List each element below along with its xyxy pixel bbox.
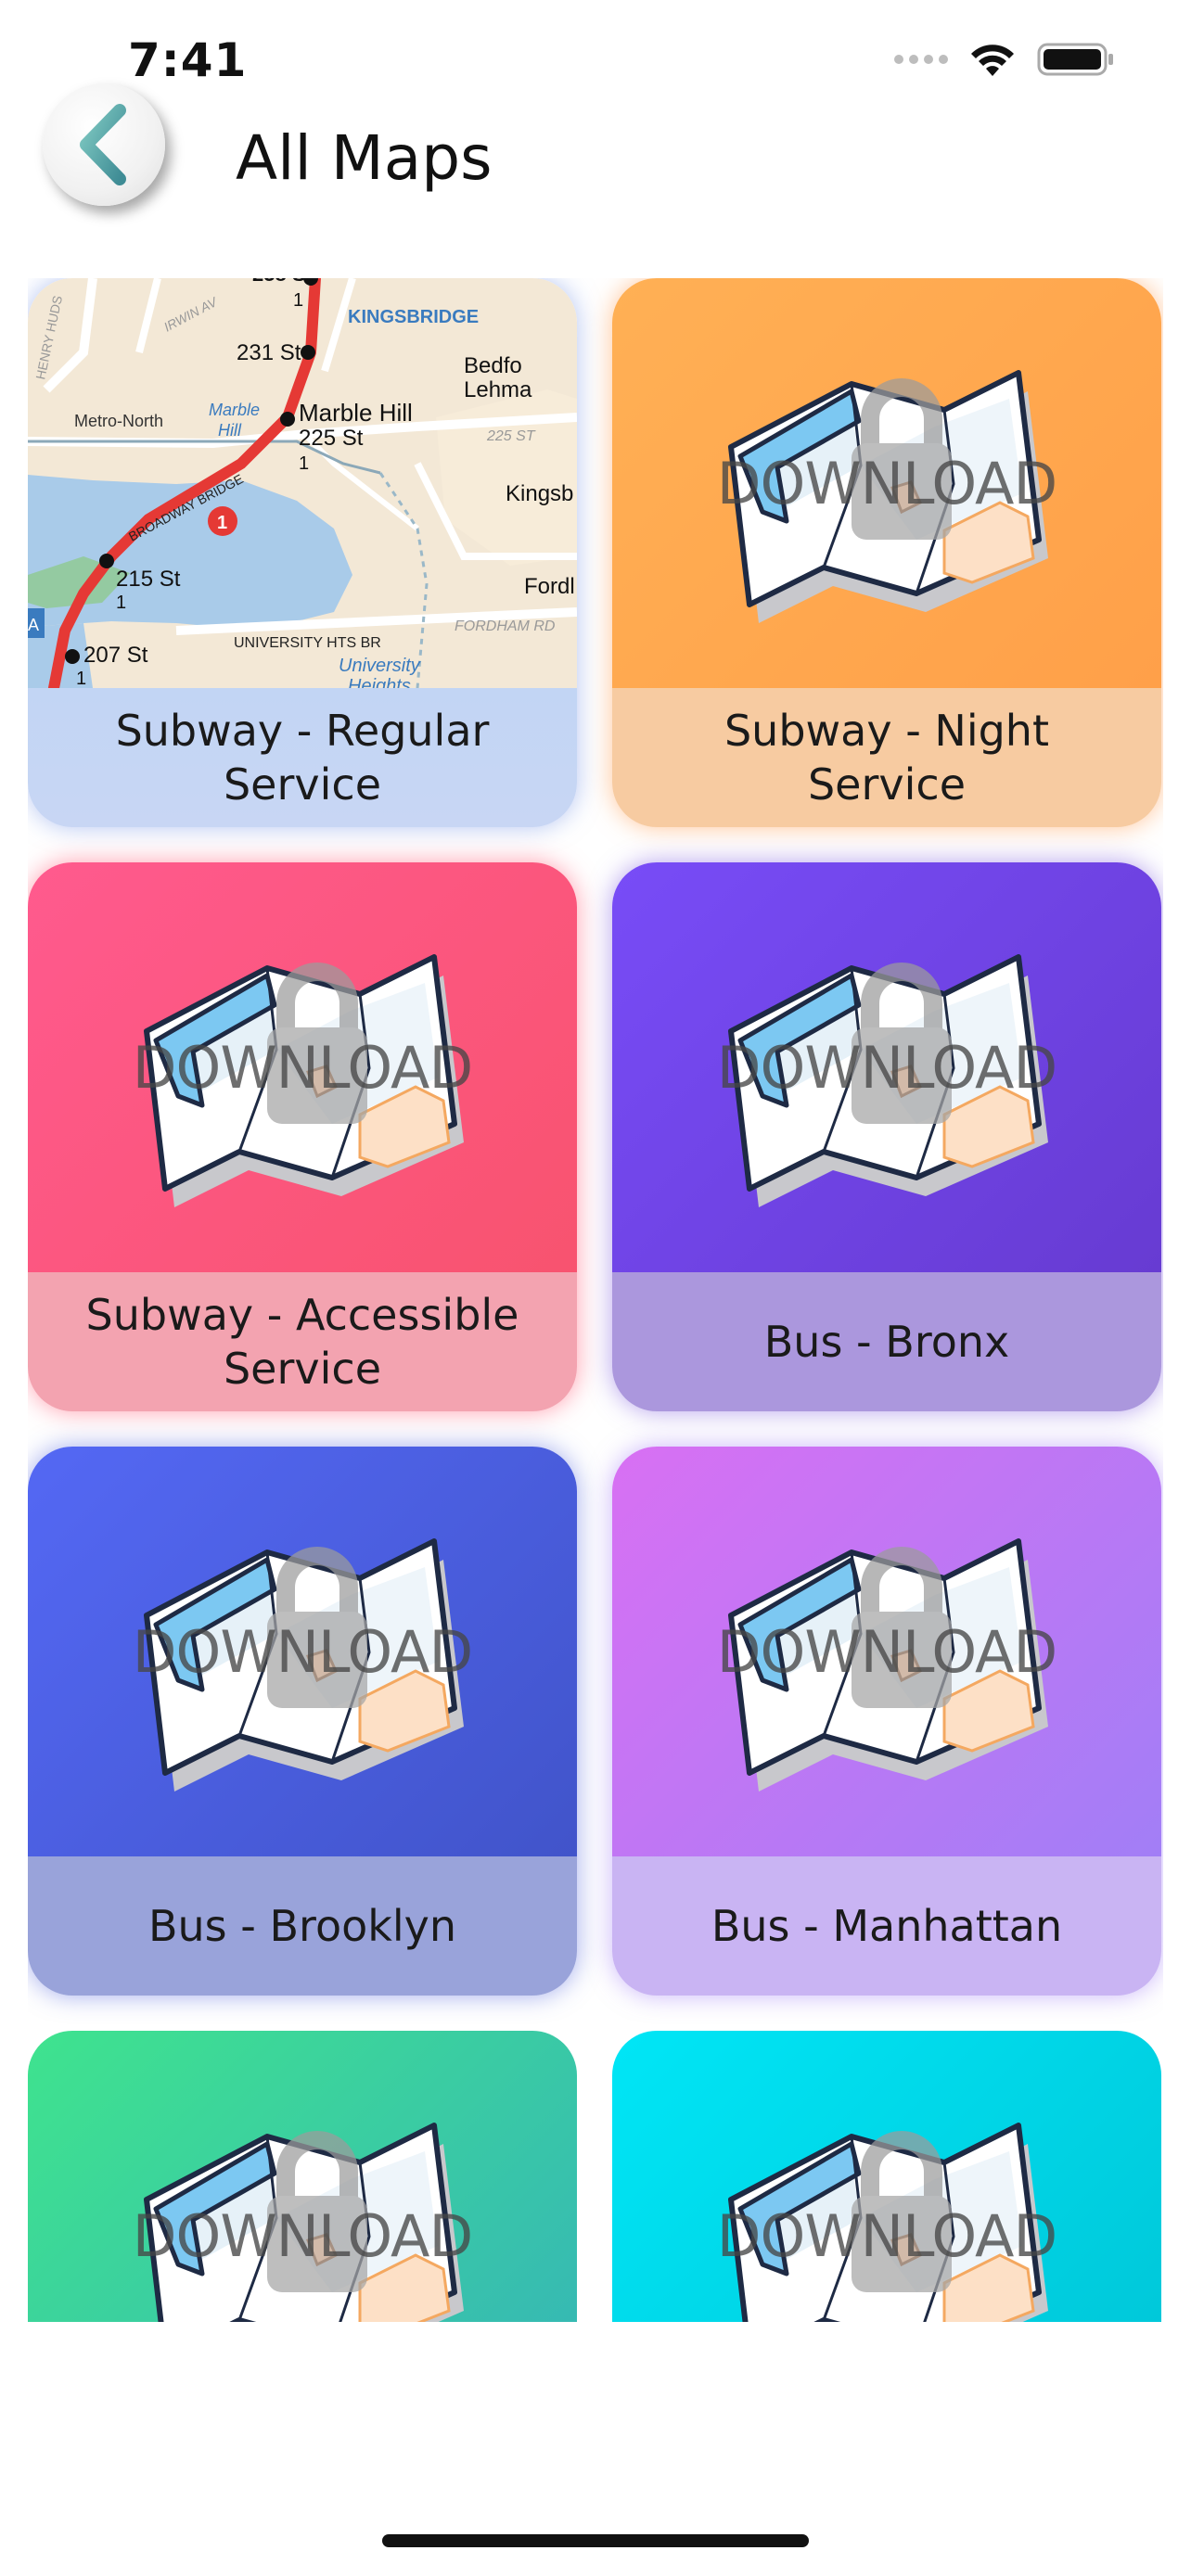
map-label-marble-small: Marble <box>209 401 260 419</box>
map-label-irwin: IRWIN AV <box>161 294 221 335</box>
subway-map-preview: 1 238 St 1 KINGSBRIDGE 231 St Marble Hil… <box>28 278 577 696</box>
back-button[interactable] <box>43 83 165 206</box>
download-label: DOWNLOAD <box>132 2201 473 2270</box>
map-preview-image: 1 238 St 1 KINGSBRIDGE 231 St Marble Hil… <box>28 278 577 696</box>
map-label-kingsbridge: KINGSBRIDGE <box>348 307 479 327</box>
map-label-hill-small: Hill <box>218 421 242 440</box>
card-label: Subway - Regular Service <box>115 706 490 810</box>
map-label-225: 225 St <box>299 426 364 451</box>
battery-icon <box>1037 43 1113 76</box>
map-label-bedfo: Bedfo <box>464 353 522 378</box>
card-label: Bus - Manhattan <box>711 1901 1063 1951</box>
card-label: Subway - Accessible Service <box>85 1290 519 1394</box>
map-label-univ-hts: UNIVERSITY HTS BR <box>234 635 381 651</box>
chevron-left-icon <box>80 104 126 185</box>
map-label-marble-hill: Marble Hill <box>299 399 413 427</box>
map-card-7[interactable]: DOWNLOAD <box>28 2031 577 2322</box>
map-label-a: A <box>28 616 39 634</box>
map-label-fordl: Fordl <box>524 574 575 599</box>
download-label: DOWNLOAD <box>716 2201 1057 2270</box>
map-label-207: 207 St <box>83 643 148 668</box>
signal-icon <box>894 55 948 64</box>
card-label: Subway - Night Service <box>724 706 1049 810</box>
download-label: DOWNLOAD <box>716 1033 1057 1102</box>
map-label-1a: 1 <box>293 290 303 311</box>
wifi-icon <box>971 45 1014 76</box>
card-label: Bus - Brooklyn <box>147 1901 457 1951</box>
map-card-subway-night[interactable]: DOWNLOAD Subway - Night Service <box>612 278 1161 827</box>
map-card-bus-brooklyn[interactable]: DOWNLOAD Bus - Brooklyn <box>28 1447 577 1996</box>
map-label-231: 231 St <box>237 340 301 365</box>
status-icons <box>894 41 1115 78</box>
download-label: DOWNLOAD <box>716 1617 1057 1686</box>
status-time: 7:41 <box>128 33 248 87</box>
map-label-1d: 1 <box>76 669 86 688</box>
map-label-lehma: Lehma <box>464 377 532 402</box>
nav-bar: All Maps <box>0 83 1191 213</box>
route-badge: 1 <box>217 513 227 533</box>
card-label: Bus - Bronx <box>763 1317 1010 1367</box>
status-bar: 7:41 <box>0 0 1191 87</box>
map-card-8[interactable]: DOWNLOAD <box>612 2031 1161 2322</box>
map-card-subway-accessible[interactable]: DOWNLOAD Subway - Accessible Service <box>28 862 577 1411</box>
page-title: All Maps <box>236 122 493 194</box>
maps-grid: 1 238 St 1 KINGSBRIDGE 231 St Marble Hil… <box>28 278 1163 2322</box>
map-label-215: 215 St <box>116 567 181 592</box>
map-label-fordham: FORDHAM RD <box>455 618 556 634</box>
map-label-university: University <box>339 656 421 676</box>
map-label-kingsb: Kingsb <box>506 481 573 506</box>
map-label-238: 238 St <box>252 278 313 286</box>
download-label: DOWNLOAD <box>132 1033 473 1102</box>
download-label: DOWNLOAD <box>716 449 1057 517</box>
map-card-subway-regular[interactable]: 1 238 St 1 KINGSBRIDGE 231 St Marble Hil… <box>28 278 577 827</box>
home-indicator[interactable] <box>382 2534 809 2547</box>
map-label-1c: 1 <box>116 593 126 613</box>
map-label-henry-hudson: HENRY HUDS <box>32 294 65 380</box>
map-card-bus-bronx[interactable]: DOWNLOAD Bus - Bronx <box>612 862 1161 1411</box>
map-label-heights: Heights <box>348 676 411 688</box>
map-label-225-road: 225 ST <box>486 428 536 444</box>
map-card-bus-manhattan[interactable]: DOWNLOAD Bus - Manhattan <box>612 1447 1161 1996</box>
download-label: DOWNLOAD <box>132 1617 473 1686</box>
map-label-metro-north: Metro-North <box>74 412 163 430</box>
map-label-1b: 1 <box>299 453 309 474</box>
